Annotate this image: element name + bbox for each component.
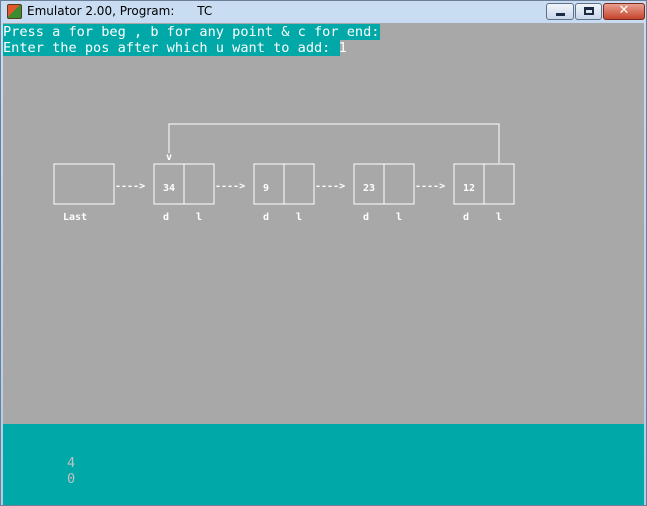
arrow-3: ----> [315, 181, 345, 192]
loop-marker: v [166, 152, 172, 163]
node-link-cell [183, 163, 215, 205]
output-line-2: 0 [67, 471, 76, 487]
minimize-button[interactable] [546, 3, 574, 20]
arrow-4: ----> [415, 181, 445, 192]
console-screen[interactable]: Press a for beg , b for any point & c fo… [3, 23, 644, 505]
list-node: 23 d l [353, 163, 415, 223]
close-icon: ✕ [618, 3, 630, 18]
maximize-button[interactable] [575, 3, 602, 20]
title-bar[interactable]: Emulator 2.00, Program: TC ✕ [1, 1, 646, 23]
list-node: 9 d l [253, 163, 315, 223]
last-box [53, 163, 115, 205]
node-link-cell [383, 163, 415, 205]
node-link-label: l [296, 212, 302, 223]
list-node: 12 d l [453, 163, 515, 223]
node-link-label: l [396, 212, 402, 223]
output-area: 4 0 [3, 424, 644, 505]
prompt-line-2-text: Enter the pos after which u want to add: [3, 40, 339, 56]
arrow-2: ----> [215, 181, 245, 192]
maximize-icon [584, 7, 594, 15]
list-node: 34 d l [153, 163, 215, 223]
close-button[interactable]: ✕ [603, 3, 645, 20]
node-data-label: d [463, 212, 469, 223]
app-icon [7, 4, 22, 19]
arrow-1: ----> [115, 181, 145, 192]
node-value: 23 [363, 183, 375, 194]
output-line-1: 4 [67, 455, 76, 471]
emulator-window: Emulator 2.00, Program: TC ✕ Press a for… [0, 0, 647, 506]
prompt-line-1: Press a for beg , b for any point & c fo… [3, 24, 380, 40]
node-data-label: d [363, 212, 369, 223]
node-data-label: d [163, 212, 169, 223]
linked-list-diagram: v Last ----> ----> ----> ----> 34 d l 9 [53, 123, 515, 223]
minimize-icon [556, 13, 565, 16]
prompt-line-2: Enter the pos after which u want to add:… [3, 40, 347, 56]
node-link-cell [283, 163, 315, 205]
node-value: 34 [163, 183, 175, 194]
node-value: 12 [463, 183, 475, 194]
node-data-label: d [263, 212, 269, 223]
node-link-label: l [196, 212, 202, 223]
node-link-cell [483, 163, 515, 205]
window-title: Emulator 2.00, Program: TC [27, 4, 213, 18]
prompt-input-value: 1 [338, 40, 347, 56]
node-link-label: l [496, 212, 502, 223]
last-label: Last [63, 212, 87, 223]
node-value: 9 [263, 183, 269, 194]
loop-back-line [168, 123, 500, 163]
